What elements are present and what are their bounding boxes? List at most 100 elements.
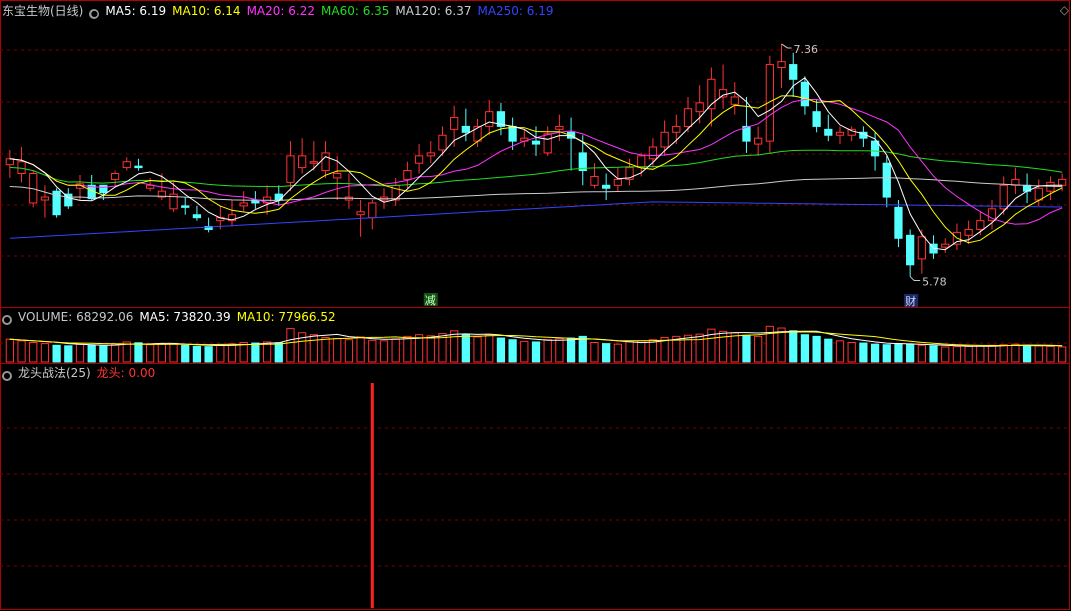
- volume-bar: [847, 342, 856, 363]
- volume-bar: [695, 333, 704, 363]
- candle-body: [1034, 187, 1043, 201]
- candle-body: [906, 234, 915, 266]
- volume-bar: [192, 345, 202, 363]
- candle-body: [718, 89, 728, 98]
- low-label: 5.78: [922, 276, 947, 289]
- volume-bar: [157, 343, 166, 363]
- volume-bar: [333, 338, 342, 363]
- candle-body: [414, 155, 424, 164]
- candle-body: [473, 125, 482, 142]
- volume-bar: [754, 335, 763, 363]
- candle-body: [648, 146, 658, 160]
- candle-body: [882, 162, 891, 198]
- candle-body: [695, 102, 704, 113]
- ma5-line: [9, 77, 1063, 251]
- volume-bar: [426, 335, 435, 363]
- candle-body: [146, 184, 155, 189]
- candle-body: [660, 131, 669, 148]
- volume-bar: [75, 343, 85, 363]
- candle-body: [800, 81, 810, 107]
- low-pointer: [909, 276, 921, 282]
- candle-body: [110, 173, 120, 180]
- ma-legend-5: MA120: 6.37: [395, 4, 472, 18]
- candle-body: [613, 178, 622, 186]
- diamond-icon[interactable]: ◇: [1060, 3, 1069, 17]
- volume-bar: [520, 340, 529, 363]
- volume-bar: [356, 336, 365, 363]
- candle-body: [870, 140, 880, 157]
- volume-bar: [99, 345, 108, 363]
- candle-body: [239, 202, 248, 207]
- settings-circle-icon[interactable]: ●: [2, 371, 12, 381]
- volume-bar: [485, 334, 494, 363]
- candle-body: [917, 236, 926, 260]
- candle-body: [555, 125, 564, 130]
- candle-body: [508, 125, 517, 142]
- candle-body: [368, 202, 377, 219]
- candle-body: [274, 193, 283, 201]
- volume-bar: [742, 334, 751, 363]
- volume-bar: [274, 342, 283, 363]
- candle-body: [426, 152, 435, 157]
- candle-body: [461, 125, 470, 133]
- stock-name[interactable]: 东宝生物(日线): [2, 4, 83, 18]
- ma-legend-4: MA60: 6.35: [321, 4, 390, 18]
- volume-bar: [941, 346, 950, 363]
- candle-body: [637, 155, 646, 169]
- mark-cai: 财: [905, 294, 916, 308]
- candle-body: [122, 161, 131, 169]
- volume-bar: [5, 338, 14, 363]
- volume-bar: [368, 339, 377, 363]
- volume-bar: [391, 338, 400, 363]
- candle-body: [403, 170, 412, 180]
- volume-bar: [181, 344, 190, 363]
- volume-bar: [496, 337, 506, 363]
- volume-bar: [555, 338, 564, 363]
- volume-bar: [1011, 343, 1020, 363]
- candle-body: [812, 111, 821, 127]
- volume-bar: [508, 339, 517, 363]
- volume-bar: [566, 337, 576, 363]
- volume-bar: [543, 339, 552, 363]
- volume-bar: [461, 334, 470, 363]
- volume-bar: [204, 346, 213, 363]
- volume-bar: [110, 343, 120, 363]
- stock-chart[interactable]: 7.36 5.78 减 财: [0, 0, 1071, 611]
- volume-bar: [146, 344, 155, 363]
- settings-circle-icon[interactable]: ●: [89, 9, 100, 19]
- volume-bar: [800, 334, 810, 363]
- volume-bar: [602, 343, 611, 363]
- volume-bar: [637, 340, 646, 363]
- volume-bar: [812, 335, 821, 363]
- volume-bar: [929, 345, 938, 363]
- candle-body: [134, 165, 143, 169]
- volume-bar: [87, 344, 96, 363]
- volume-bar: [1058, 346, 1067, 363]
- candle-body: [543, 133, 552, 154]
- volume-bar: [216, 344, 225, 363]
- volume-bar: [473, 336, 482, 363]
- volume-bar: [964, 345, 973, 363]
- high-label: 7.36: [794, 43, 819, 56]
- volume-bar: [262, 341, 272, 363]
- volume-bar: [718, 330, 728, 363]
- main-panel-header: 东宝生物(日线) ● MA5: 6.19 MA10: 6.14 MA20: 6.22 MA…: [2, 4, 560, 19]
- candle-body: [602, 184, 611, 189]
- volume-bar: [52, 344, 61, 363]
- candle-body: [309, 161, 318, 164]
- volume-bar: [344, 339, 354, 363]
- candle-body: [941, 243, 950, 248]
- indicator-panel-header: ● 龙头战法(25) 龙头: 0.00: [2, 366, 161, 381]
- volume-panel-header: ● VOLUME: 68292.06 MA5: 73820.39 MA10: 7796…: [2, 310, 342, 325]
- settings-circle-icon[interactable]: ●: [2, 315, 12, 325]
- candle-body: [754, 137, 763, 145]
- candle-body: [531, 140, 541, 145]
- volume-bar: [952, 346, 962, 363]
- volume-bar: [917, 344, 926, 363]
- volume-bar: [625, 341, 634, 363]
- volume-ma5: MA5: 73820.39: [139, 310, 231, 324]
- ma250-line: [9, 201, 1063, 239]
- volume-bar: [251, 342, 260, 363]
- volume-bar: [894, 343, 903, 363]
- indicator-value: 龙头: 0.00: [96, 366, 156, 380]
